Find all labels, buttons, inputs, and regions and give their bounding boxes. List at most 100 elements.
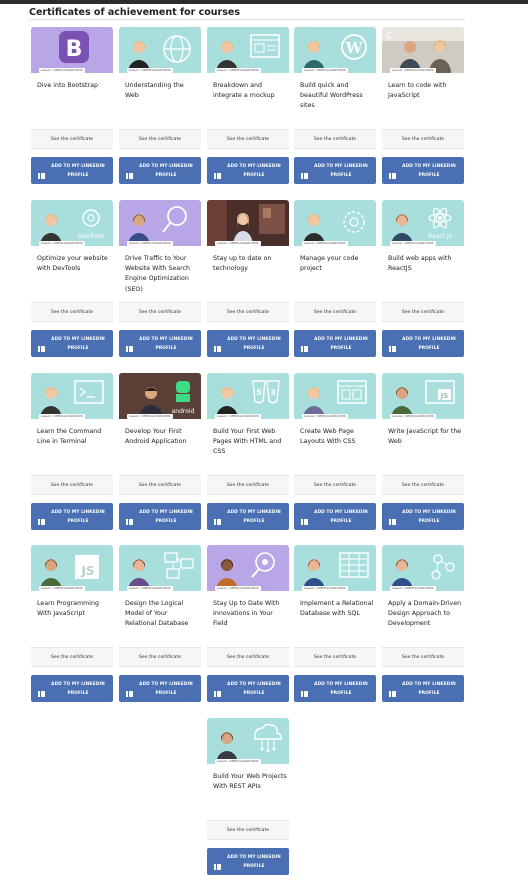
linkedin-icon [214,166,222,179]
see-certificate-link[interactable]: See the certificate [119,302,201,322]
course-thumbnail[interactable]: W Lesson: OPENCLASSROOMS [294,27,376,73]
add-to-linkedin-button[interactable]: ADD TO MY LINKEDIN PROFILE [207,848,289,875]
see-certificate-link[interactable]: See the certificate [382,302,464,322]
add-to-linkedin-button[interactable]: ADD TO MY LINKEDIN PROFILE [31,157,113,184]
see-certificate-link[interactable]: See the certificate [119,475,201,495]
svg-text:3: 3 [270,388,276,397]
see-certificate-link[interactable]: See the certificate [31,647,113,667]
course-name: Design the Logical Model of Your Relatio… [125,600,189,628]
see-certificate-link[interactable]: See the certificate [31,475,113,495]
see-certificate-link[interactable]: See the certificate [382,475,464,495]
see-certificate-link[interactable]: See the certificate [207,647,289,667]
course-thumbnail[interactable]: Lesson: OPENCLASSROOMS [294,200,376,246]
add-to-linkedin-button[interactable]: ADD TO MY LINKEDIN PROFILE [382,503,464,530]
course-name: Build web apps with ReactJS [388,255,452,273]
course-thumbnail[interactable]: Lesson: OPENCLASSROOMS [294,373,376,419]
course-name: Manage your code project [300,255,359,273]
add-to-linkedin-button[interactable]: ADD TO MY LINKEDIN PROFILE [382,157,464,184]
course-name: Learn the Command Line in Terminal [37,428,102,446]
course-name: Apply a Domain-Driven Design Approach to… [388,600,462,628]
course-thumbnail[interactable]: Lesson: OPENCLASSROOMS [119,27,201,73]
course-thumbnail[interactable]: React.js Lesson: OPENCLASSROOMS [382,200,464,246]
see-certificate-link[interactable]: See the certificate [207,302,289,322]
course-thumbnail[interactable]: JS Lesson: OPENCLASSROOMS [31,545,113,591]
course-thumbnail[interactable]: B Lesson: OPENCLASSROOMS [31,27,113,73]
see-certificate-link[interactable]: See the certificate [294,475,376,495]
see-certificate-link[interactable]: See the certificate [207,820,289,840]
add-to-linkedin-label: ADD TO MY LINKEDIN PROFILE [51,337,105,351]
linkedin-icon [214,512,222,525]
linkedin-icon [389,339,397,352]
course-thumbnail[interactable]: Lesson: OPENCLASSROOMS [294,545,376,591]
svg-text:C: C [386,31,393,42]
add-to-linkedin-button[interactable]: ADD TO MY LINKEDIN PROFILE [382,675,464,702]
add-to-linkedin-label: ADD TO MY LINKEDIN PROFILE [227,337,281,351]
see-certificate-link[interactable]: See the certificate [207,129,289,149]
add-to-linkedin-button[interactable]: ADD TO MY LINKEDIN PROFILE [119,330,201,357]
course-name: Implement a Relational Database with SQL [300,600,374,618]
thumbnail-tag: Lesson: OPENCLASSROOMS [127,68,173,73]
course-thumbnail[interactable]: 53 Lesson: OPENCLASSROOMS [207,373,289,419]
add-to-linkedin-label: ADD TO MY LINKEDIN PROFILE [227,855,281,869]
add-to-linkedin-button[interactable]: ADD TO MY LINKEDIN PROFILE [294,675,376,702]
see-certificate-link[interactable]: See the certificate [382,129,464,149]
svg-text:android: android [172,408,195,415]
see-certificate-link[interactable]: See the certificate [31,302,113,322]
thumbnail-tag: Lesson: OPENCLASSROOMS [215,759,261,764]
add-to-linkedin-button[interactable]: ADD TO MY LINKEDIN PROFILE [207,330,289,357]
add-to-linkedin-button[interactable]: ADD TO MY LINKEDIN PROFILE [31,675,113,702]
course-thumbnail[interactable]: Lesson: OPENCLASSROOMS [207,200,289,246]
course-name: Build quick and beautiful WordPress site… [300,82,363,110]
add-to-linkedin-button[interactable]: ADD TO MY LINKEDIN PROFILE [207,157,289,184]
course-thumbnail[interactable]: Lesson: OPENCLASSROOMS [207,718,289,764]
add-to-linkedin-button[interactable]: ADD TO MY LINKEDIN PROFILE [31,503,113,530]
course-thumbnail[interactable]: DevTools Lesson: OPENCLASSROOMS [31,200,113,246]
add-to-linkedin-button[interactable]: ADD TO MY LINKEDIN PROFILE [294,330,376,357]
see-certificate-link[interactable]: See the certificate [294,647,376,667]
course-thumbnail[interactable]: Lesson: OPENCLASSROOMS [31,373,113,419]
svg-text:B: B [66,37,83,62]
course-thumbnail[interactable]: C Lesson: OPENCLASSROOMS [382,27,464,73]
course-thumbnail[interactable]: Lesson: OPENCLASSROOMS [207,545,289,591]
course-thumbnail[interactable]: Lesson: OPENCLASSROOMS [382,545,464,591]
course-thumbnail[interactable]: Lesson: OPENCLASSROOMS [207,27,289,73]
thumbnail-tag: Lesson: OPENCLASSROOMS [39,414,85,419]
add-to-linkedin-button[interactable]: ADD TO MY LINKEDIN PROFILE [207,503,289,530]
see-certificate-link[interactable]: See the certificate [382,647,464,667]
add-to-linkedin-button[interactable]: ADD TO MY LINKEDIN PROFILE [119,503,201,530]
see-certificate-link[interactable]: See the certificate [294,302,376,322]
see-certificate-link[interactable]: See the certificate [294,129,376,149]
add-to-linkedin-button[interactable]: ADD TO MY LINKEDIN PROFILE [294,503,376,530]
course-name: Breakdown and integrate a mockup [213,82,275,100]
add-to-linkedin-label: ADD TO MY LINKEDIN PROFILE [51,164,105,178]
add-to-linkedin-label: ADD TO MY LINKEDIN PROFILE [402,510,456,524]
add-to-linkedin-button[interactable]: ADD TO MY LINKEDIN PROFILE [31,330,113,357]
linkedin-icon [389,512,397,525]
course-thumbnail[interactable]: android Lesson: OPENCLASSROOMS [119,373,201,419]
add-to-linkedin-button[interactable]: ADD TO MY LINKEDIN PROFILE [119,675,201,702]
course-thumbnail[interactable]: JS Lesson: OPENCLASSROOMS [382,373,464,419]
linkedin-icon [38,166,46,179]
add-to-linkedin-button[interactable]: ADD TO MY LINKEDIN PROFILE [294,157,376,184]
thumbnail-tag: Lesson: OPENCLASSROOMS [302,586,348,591]
course-name: Optimize your website with DevTools [37,255,108,273]
course-name: Write JavaScript for the Web [388,428,462,446]
thumbnail-tag: Lesson: OPENCLASSROOMS [39,241,85,246]
top-bar [0,0,528,4]
see-certificate-link[interactable]: See the certificate [207,475,289,495]
see-certificate-link[interactable]: See the certificate [119,647,201,667]
linkedin-icon [38,339,46,352]
thumbnail-tag: Lesson: OPENCLASSROOMS [215,241,261,246]
see-certificate-link[interactable]: See the certificate [119,129,201,149]
add-to-linkedin-label: ADD TO MY LINKEDIN PROFILE [402,682,456,696]
add-to-linkedin-label: ADD TO MY LINKEDIN PROFILE [139,682,193,696]
linkedin-icon [126,166,134,179]
svg-text:5: 5 [256,388,262,397]
course-thumbnail[interactable]: Lesson: OPENCLASSROOMS [119,545,201,591]
svg-text:JS: JS [80,564,94,578]
course-thumbnail[interactable]: Lesson: OPENCLASSROOMS [119,200,201,246]
see-certificate-link[interactable]: See the certificate [31,129,113,149]
add-to-linkedin-button[interactable]: ADD TO MY LINKEDIN PROFILE [119,157,201,184]
add-to-linkedin-button[interactable]: ADD TO MY LINKEDIN PROFILE [207,675,289,702]
add-to-linkedin-button[interactable]: ADD TO MY LINKEDIN PROFILE [382,330,464,357]
